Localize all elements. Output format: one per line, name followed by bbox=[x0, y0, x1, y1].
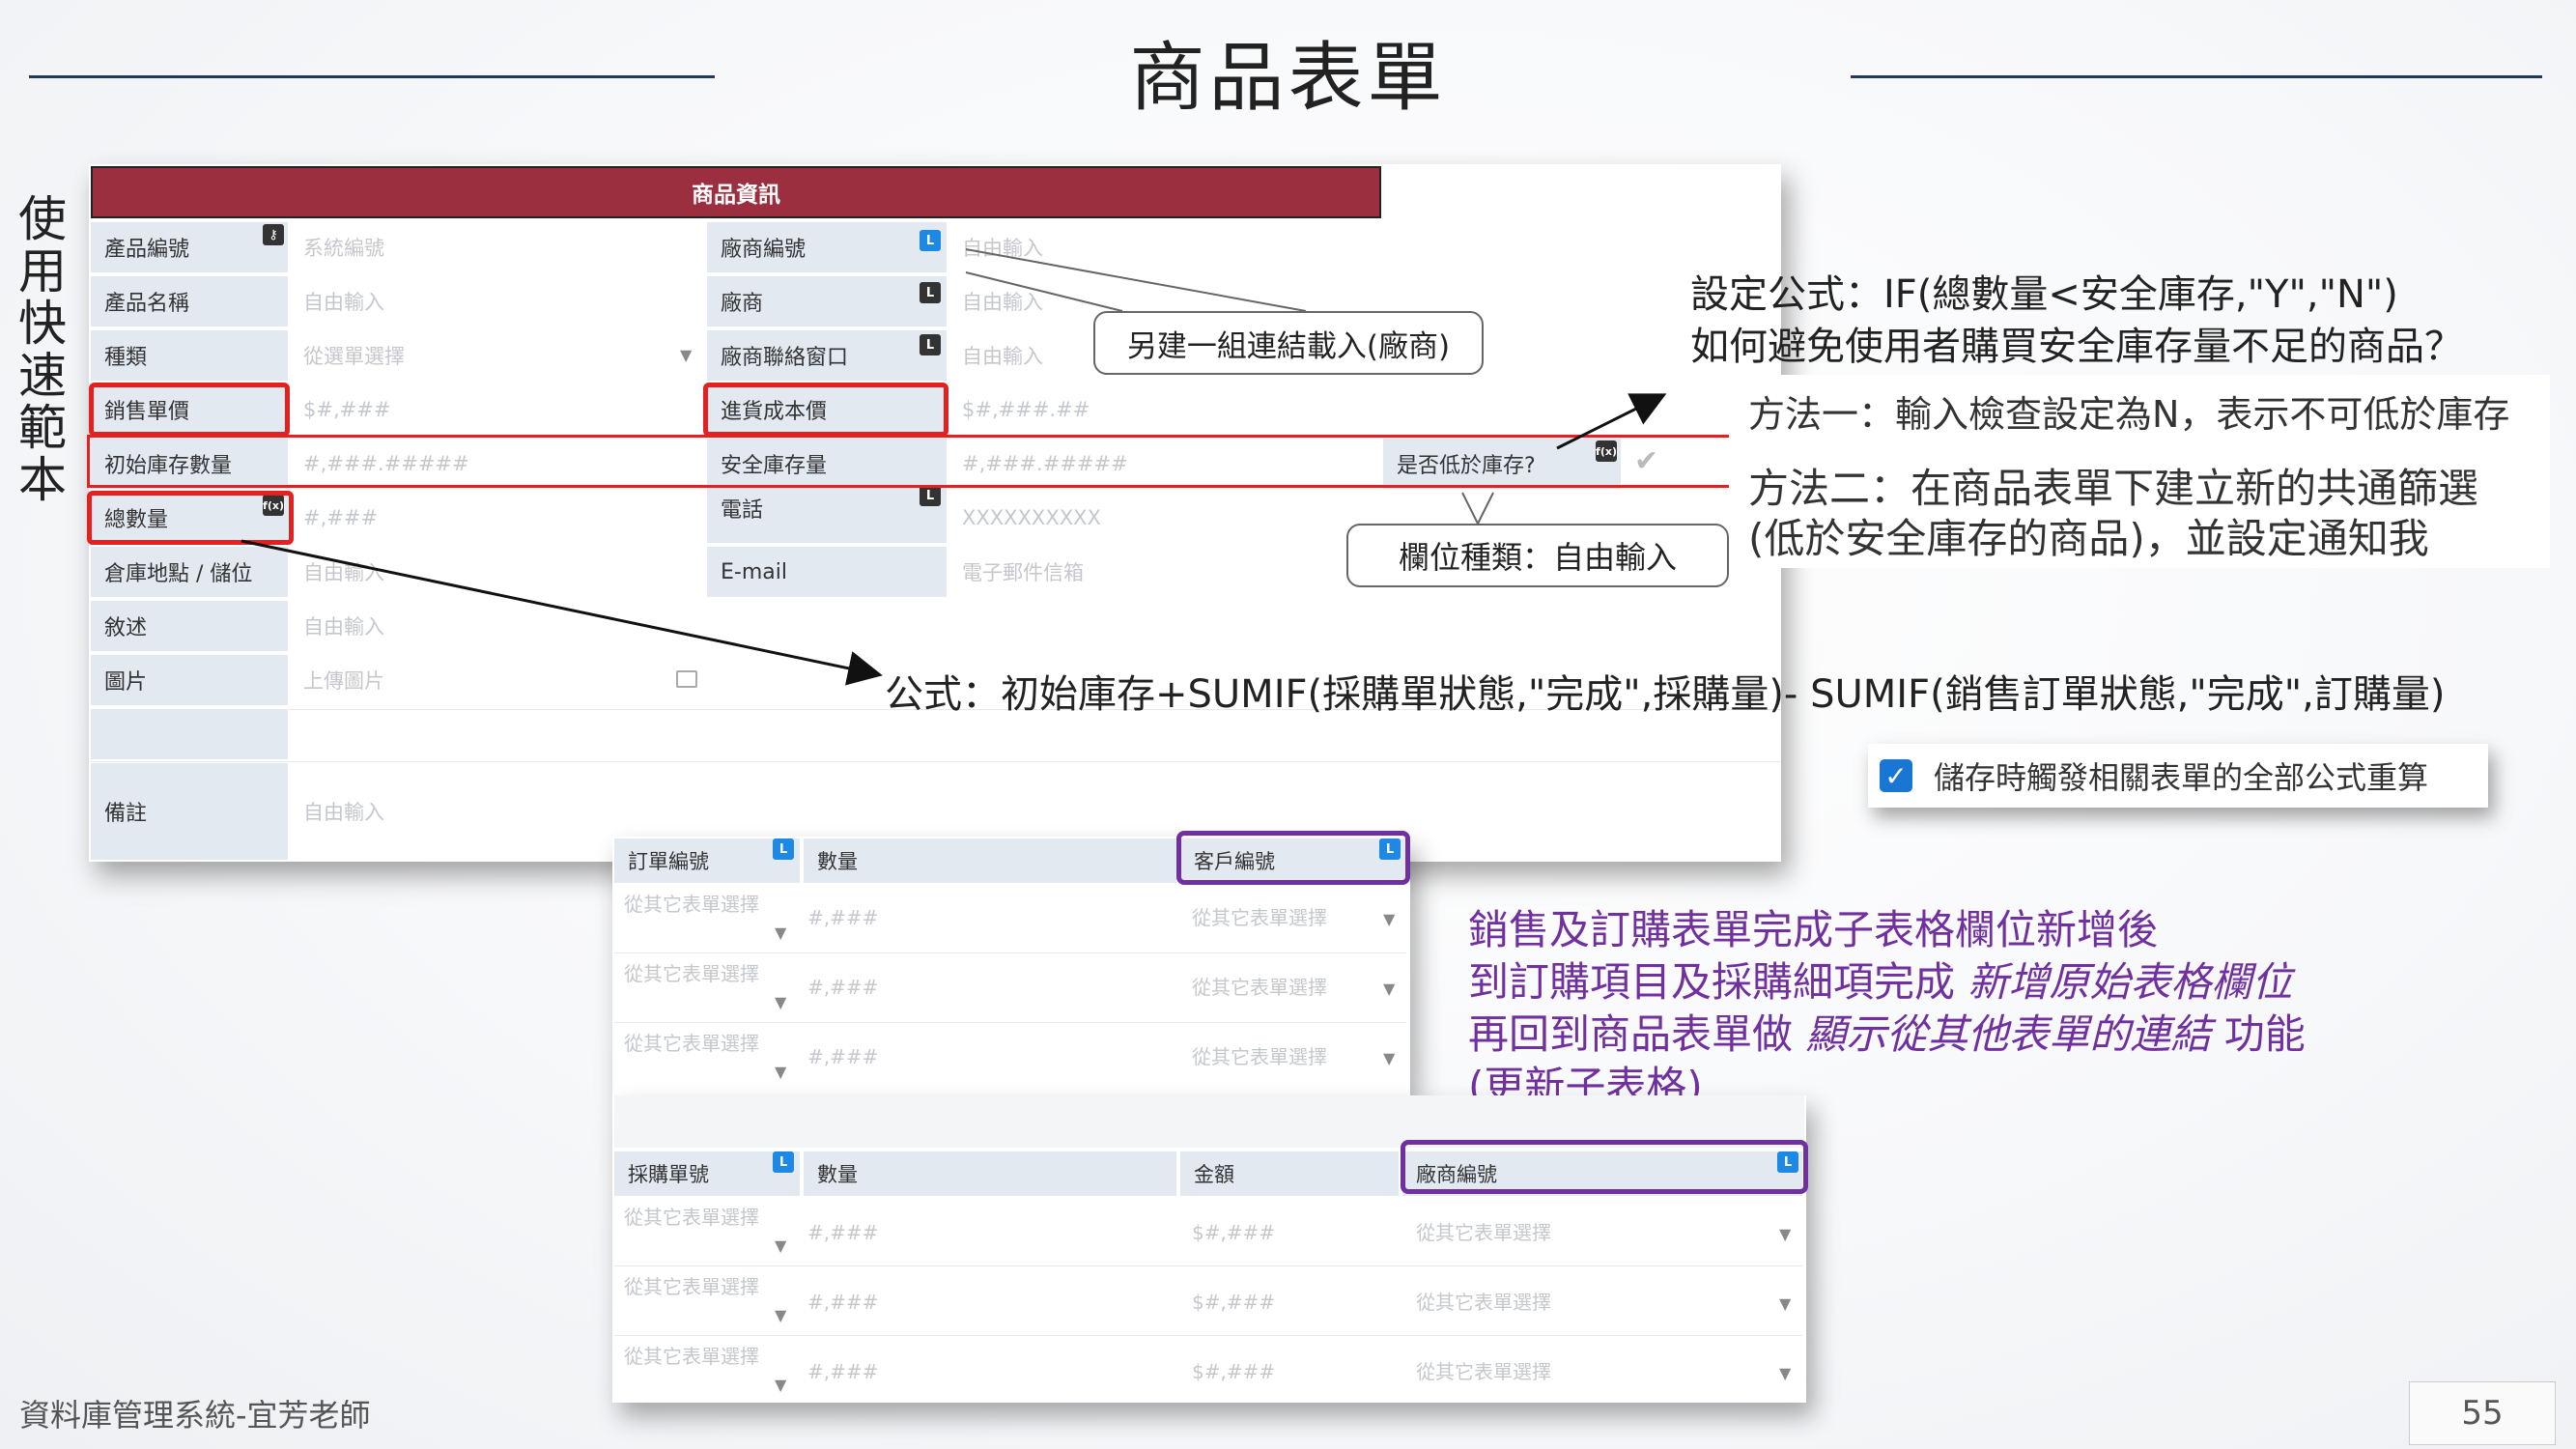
chevron-down-icon[interactable]: ▼ bbox=[775, 923, 786, 942]
purchase-cell[interactable]: #,### bbox=[807, 1221, 878, 1244]
purchase-cell[interactable]: #,### bbox=[807, 1291, 878, 1314]
chevron-down-icon[interactable]: ▼ bbox=[775, 1236, 786, 1255]
chevron-down-icon[interactable]: ▼ bbox=[775, 1063, 786, 1081]
purchase-cell[interactable]: $#,### bbox=[1192, 1221, 1275, 1244]
chevron-down-icon[interactable]: ▼ bbox=[1383, 910, 1395, 928]
subtable-note-line3: 再回到商品表單做 顯示從其他表單的連結 功能 bbox=[1468, 1009, 2306, 1061]
purchase-cell[interactable]: 從其它表單選擇 bbox=[624, 1202, 759, 1230]
subtable-note-line1: 銷售及訂購表單完成子表格欄位新增後 bbox=[1468, 906, 2159, 953]
footer-text: 資料庫管理系統-宜芳老師 bbox=[19, 1397, 371, 1434]
order-cell[interactable]: 從其它表單選擇 bbox=[1192, 902, 1327, 930]
highlight-customer-id bbox=[1176, 831, 1410, 885]
chevron-down-icon[interactable]: ▼ bbox=[1383, 980, 1395, 998]
order-cell[interactable]: #,### bbox=[807, 1045, 878, 1068]
order-cell[interactable]: #,### bbox=[807, 976, 878, 999]
purchase-cell[interactable]: 從其它表單選擇 bbox=[624, 1271, 759, 1299]
chevron-down-icon[interactable]: ▼ bbox=[1779, 1364, 1791, 1382]
order-cell[interactable]: 從其它表單選擇 bbox=[624, 889, 759, 917]
chevron-down-icon[interactable]: ▼ bbox=[775, 993, 786, 1011]
subtable-note-line2: 到訂購項目及採購細項完成 新增原始表格欄位 bbox=[1468, 956, 2292, 1009]
recalc-checkbox-row[interactable]: ✓ 儲存時觸發相關表單的全部公式重算 bbox=[1868, 744, 2488, 808]
purchase-cell[interactable]: 從其它表單選擇 bbox=[1416, 1217, 1551, 1245]
note-emphasis: 新增原始表格欄位 bbox=[1967, 958, 2293, 1006]
purchase-cell[interactable]: #,### bbox=[807, 1360, 878, 1383]
purchase-header-amount: 金額 bbox=[1180, 1151, 1399, 1196]
link-icon: L bbox=[773, 838, 794, 860]
purchase-cell[interactable]: 從其它表單選擇 bbox=[1416, 1356, 1551, 1384]
chevron-down-icon[interactable]: ▼ bbox=[1779, 1225, 1791, 1243]
divider bbox=[614, 1265, 1802, 1266]
purchase-header-qty: 數量 bbox=[804, 1151, 1176, 1196]
link-icon: L bbox=[773, 1151, 794, 1173]
note-emphasis: 顯示從其他表單的連結 bbox=[1805, 1010, 2212, 1058]
chevron-down-icon[interactable]: ▼ bbox=[1383, 1049, 1395, 1067]
formula-note-2: 如何避免使用者購買安全庫存量不足的商品？ bbox=[1690, 325, 2463, 369]
order-header-qty: 數量 bbox=[804, 838, 1176, 883]
divider bbox=[614, 1022, 1406, 1023]
method-1: 方法一：輸入檢查設定為N，表示不可低於庫存 bbox=[1748, 393, 2510, 436]
purchase-cell[interactable]: $#,### bbox=[1192, 1360, 1275, 1383]
note-text: 功能 bbox=[2211, 1010, 2306, 1058]
purchase-cell[interactable]: 從其它表單選擇 bbox=[624, 1341, 759, 1369]
order-cell[interactable]: 從其它表單選擇 bbox=[624, 1028, 759, 1056]
chevron-down-icon[interactable]: ▼ bbox=[1779, 1294, 1791, 1313]
chevron-down-icon[interactable]: ▼ bbox=[775, 1376, 786, 1394]
order-cell[interactable]: #,### bbox=[807, 906, 878, 929]
order-cell[interactable]: 從其它表單選擇 bbox=[624, 958, 759, 986]
sum-formula-note: 公式：初始庫存+SUMIF(採購單狀態,"完成",採購量)- SUMIF(銷售訂… bbox=[885, 672, 2446, 717]
checkbox-checked-icon[interactable]: ✓ bbox=[1880, 759, 1912, 792]
purchase-cell[interactable]: 從其它表單選擇 bbox=[1416, 1287, 1551, 1315]
order-cell[interactable]: 從其它表單選擇 bbox=[1192, 972, 1327, 1000]
page-number: 55 bbox=[2409, 1381, 2556, 1445]
divider bbox=[614, 952, 1406, 953]
highlight-vendor-id bbox=[1401, 1140, 1808, 1194]
method-2-line2: (低於安全庫存的商品)，並設定通知我 bbox=[1748, 515, 2429, 562]
purchase-cell[interactable]: $#,### bbox=[1192, 1291, 1275, 1314]
chevron-down-icon[interactable]: ▼ bbox=[775, 1306, 786, 1324]
order-cell[interactable]: 從其它表單選擇 bbox=[1192, 1041, 1327, 1069]
divider bbox=[614, 1335, 1802, 1336]
note-text: 到訂購項目及採購細項完成 bbox=[1468, 958, 1968, 1006]
formula-note-1: 設定公式：IF(總數量<安全庫存,"Y","N") bbox=[1690, 272, 2398, 317]
note-text: 再回到商品表單做 bbox=[1468, 1010, 1806, 1058]
recalc-checkbox-label: 儲存時觸發相關表單的全部公式重算 bbox=[1934, 759, 2429, 796]
